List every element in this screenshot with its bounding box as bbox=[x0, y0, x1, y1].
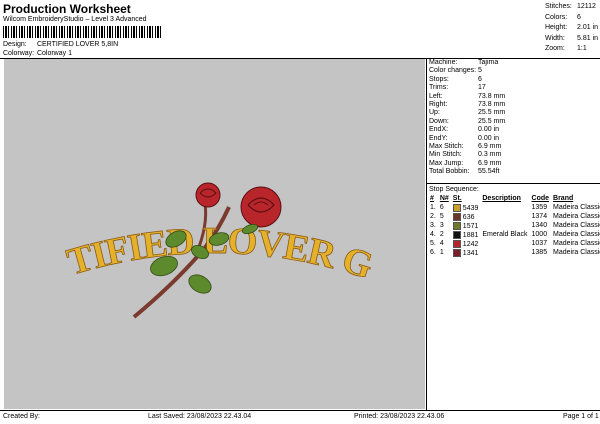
info-row: Max Stitch: 6.9 mm bbox=[429, 143, 502, 151]
row-number: 6. bbox=[430, 249, 436, 256]
thread-brand: Madeira Classic 40 bbox=[553, 213, 600, 220]
thread-brand: Madeira Classic 40 bbox=[553, 231, 600, 238]
stitch-count: 1881 bbox=[451, 230, 481, 239]
row-number: 2. bbox=[430, 213, 436, 220]
color-description bbox=[480, 212, 529, 221]
table-row: 6.1 1341 1385 Madeira Classic 40 bbox=[428, 248, 600, 257]
table-row: 1.6 5439 1359 Madeira Classic 40 bbox=[428, 203, 600, 212]
thread-code: 1037 bbox=[531, 240, 548, 247]
colorway-value: Colorway 1 bbox=[36, 50, 72, 57]
row-number: 1. bbox=[430, 204, 436, 211]
color-swatch bbox=[452, 212, 461, 221]
design-value: CERTIFIED LOVER 5,8IN bbox=[36, 41, 119, 48]
stitch-count: 1571 bbox=[451, 221, 481, 230]
stat-row: Stitches: 12112 bbox=[545, 3, 596, 10]
stat-row: Height: 2.01 in bbox=[545, 24, 599, 31]
needle-number: 6 bbox=[439, 204, 444, 211]
color-description bbox=[480, 221, 529, 230]
info-row: EndX: 0.00 in bbox=[429, 126, 500, 134]
info-row: Color changes: 5 bbox=[429, 67, 482, 75]
row-number: 3. bbox=[430, 222, 436, 229]
info-row: Stops: 6 bbox=[429, 75, 482, 83]
printed-date: Printed: 23/08/2023 22.43.06 bbox=[354, 413, 445, 420]
color-description bbox=[480, 239, 529, 248]
needle-number: 3 bbox=[439, 222, 444, 229]
info-row: Down: 25.5 mm bbox=[429, 117, 506, 125]
row-number: 5. bbox=[430, 240, 436, 247]
rose-large bbox=[240, 186, 282, 228]
design-lettering: CERTIFIED LOVER GIRL bbox=[4, 59, 377, 287]
info-row: Trims: 17 bbox=[429, 84, 486, 92]
table-row: 3.3 1571 1340 Madeira Classic 40 bbox=[428, 221, 600, 230]
page-number: Page 1 of 1 bbox=[563, 413, 599, 420]
info-row: Total Bobbin: 55.54ft bbox=[429, 168, 500, 176]
stat-row: Zoom: 1:1 bbox=[545, 45, 587, 52]
thread-brand: Madeira Classic 40 bbox=[553, 249, 600, 256]
needle-number: 2 bbox=[439, 231, 444, 238]
row-number: 4. bbox=[430, 231, 436, 238]
thread-brand: Madeira Classic 40 bbox=[553, 222, 600, 229]
table-row: 5.4 1242 1037 Madeira Classic 40 bbox=[428, 239, 600, 248]
table-row: 4.2 1881Emerald Black1000 Madeira Classic … bbox=[428, 230, 600, 239]
panel-divider bbox=[426, 58, 427, 410]
thread-brand: Madeira Classic 40 bbox=[553, 204, 600, 211]
color-swatch bbox=[452, 239, 461, 248]
color-swatch bbox=[452, 203, 461, 212]
thread-brand: Madeira Classic 40 bbox=[553, 240, 600, 247]
rose-small bbox=[195, 182, 221, 208]
colorway-label: Colorway: bbox=[3, 50, 35, 57]
color-description: Emerald Black bbox=[482, 231, 528, 238]
software-subtitle: Wilcom EmbroideryStudio – Level 3 Advanc… bbox=[3, 16, 147, 23]
stat-row: Width: 5.81 in bbox=[545, 34, 599, 42]
design-label: Design: bbox=[3, 41, 27, 48]
thread-code: 1340 bbox=[531, 222, 548, 229]
thread-code: 1359 bbox=[531, 204, 548, 211]
info-row: Up: 25.5 mm bbox=[429, 109, 506, 117]
machine-info: Machine: Tajima Color changes: 5 Stops: 6 T… bbox=[429, 59, 505, 177]
stitch-count: 5439 bbox=[451, 203, 481, 212]
top-stats: Stitches: 12112 Colors: 6 Height: 2.01 in W… bbox=[545, 2, 598, 55]
stop-sequence-title: Stop Sequence: bbox=[429, 186, 479, 193]
last-saved: Last Saved: 23/08/2023 22.43.04 bbox=[148, 413, 252, 420]
table-row: 2.5 636 1374 Madeira Classic 40 bbox=[428, 212, 600, 221]
color-swatch bbox=[452, 230, 461, 239]
needle-number: 1 bbox=[439, 249, 444, 256]
stop-sequence-table: # N# St. Description Code Brand 1. 6 5439 1… bbox=[428, 194, 600, 257]
created-by: Created By: bbox=[3, 413, 40, 420]
stitch-count: 636 bbox=[451, 212, 481, 221]
color-swatch bbox=[452, 221, 461, 230]
info-row: Machine: Tajima bbox=[429, 59, 499, 66]
info-row: Right: 73.8 mm bbox=[429, 101, 506, 109]
stitch-count: 1341 bbox=[451, 248, 481, 257]
color-description bbox=[480, 248, 529, 257]
stitch-count: 1242 bbox=[451, 239, 481, 248]
design-preview: CERTIFIED LOVER GIRL bbox=[0, 26, 425, 409]
thread-code: 1374 bbox=[531, 213, 548, 220]
stat-row: Colors: 6 bbox=[545, 13, 581, 21]
colorway-row: Colorway: Colorway 1 bbox=[3, 50, 72, 57]
info-row: Left: 73.8 mm bbox=[429, 92, 506, 100]
embroidery-design: CERTIFIED LOVER GIRL bbox=[0, 26, 379, 319]
worksheet-title: Production Worksheet bbox=[3, 2, 131, 16]
info-row: Max Jump: 6.9 mm bbox=[429, 159, 502, 167]
thread-code: 1385 bbox=[531, 249, 548, 256]
color-description bbox=[480, 203, 529, 212]
table-header: # N# St. Description Code Brand bbox=[430, 195, 574, 202]
info-row: Min Stitch: 0.3 mm bbox=[429, 151, 502, 159]
bottom-divider bbox=[0, 410, 600, 411]
color-swatch bbox=[452, 248, 461, 257]
info-row: EndY: 0.00 in bbox=[429, 134, 500, 142]
design-row: Design: CERTIFIED LOVER 5,8IN bbox=[3, 41, 118, 48]
leaf bbox=[188, 274, 212, 294]
needle-number: 5 bbox=[439, 213, 444, 220]
barcode bbox=[3, 26, 163, 38]
info-divider bbox=[427, 183, 600, 184]
thread-code: 1000 bbox=[531, 231, 548, 238]
needle-number: 4 bbox=[439, 240, 444, 247]
